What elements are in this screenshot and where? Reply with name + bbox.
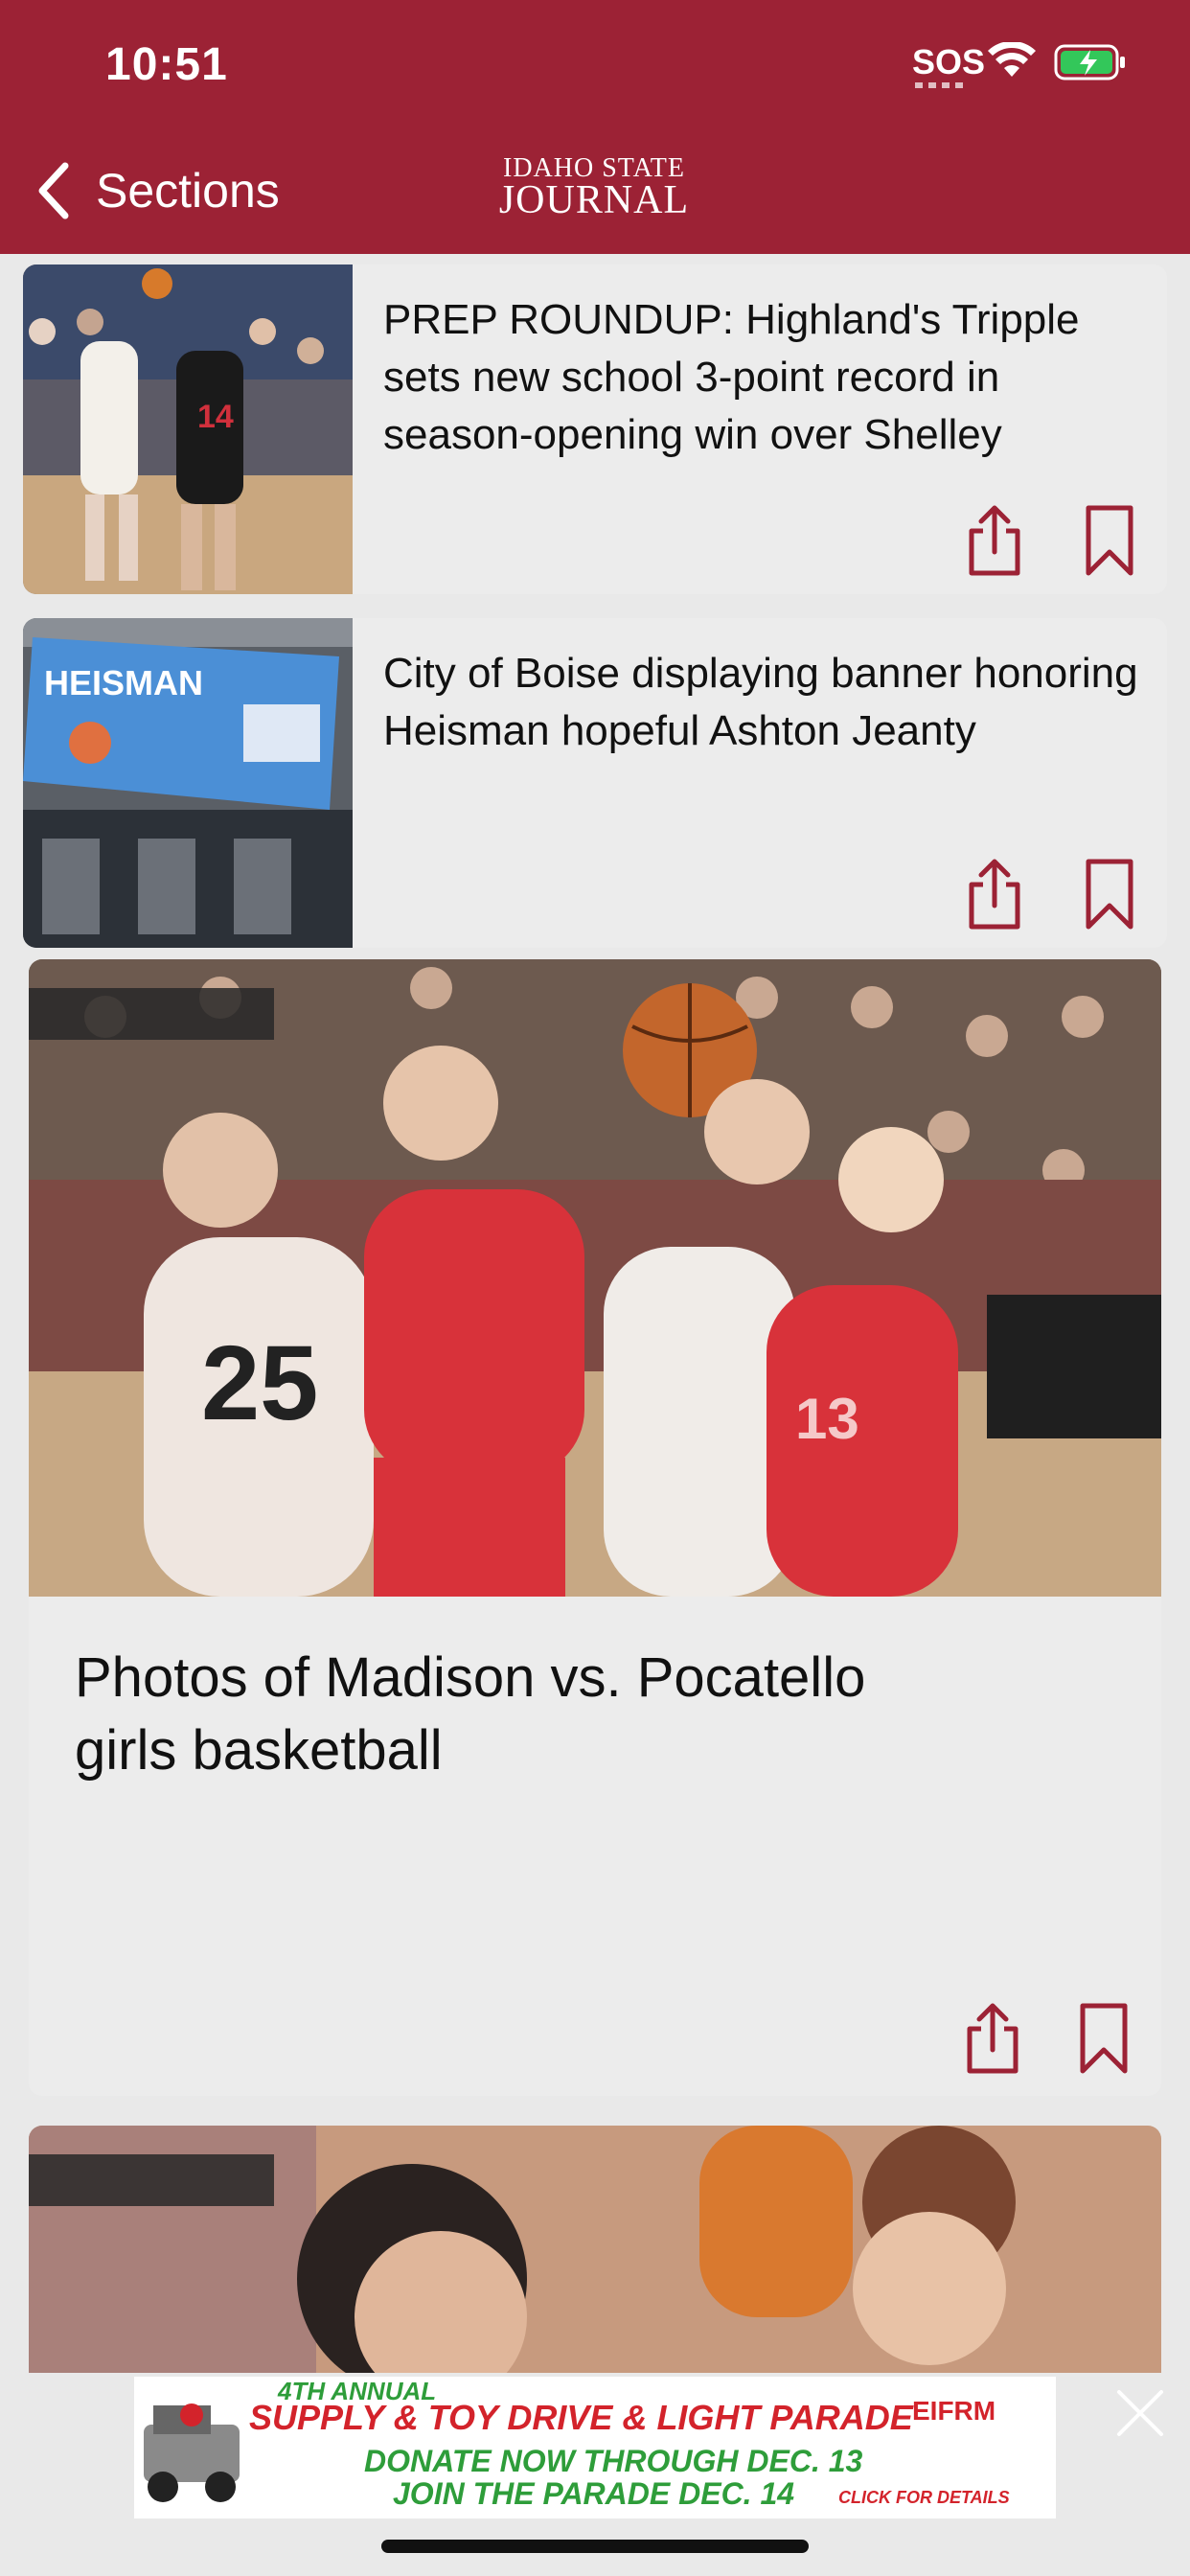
chevron-left-icon xyxy=(38,162,69,219)
category-tag xyxy=(29,988,274,1040)
status-bar: 10:51 SOS xyxy=(0,0,1190,134)
publication-logo: Idaho State Journal xyxy=(498,155,690,222)
jersey-number-13: 13 xyxy=(795,1387,859,1451)
share-icon xyxy=(969,505,1020,576)
banner-photo: HEISMAN xyxy=(23,618,353,948)
wifi-icon xyxy=(988,42,1036,77)
signal-dots xyxy=(915,82,967,88)
girls-basketball-photo: 25 13 xyxy=(29,959,1161,1597)
share-button[interactable] xyxy=(960,502,1029,579)
bookmark-button[interactable] xyxy=(1075,502,1144,579)
ad-cta: CLICK FOR DETAILS xyxy=(838,2488,1010,2507)
battery-icon xyxy=(1054,44,1125,80)
article-headline: PREP ROUNDUP: Highland's Tripple sets ne… xyxy=(383,296,1080,458)
ad-donate-text: DONATE NOW THROUGH DEC. 13 xyxy=(364,2444,863,2478)
bookmark-icon xyxy=(1086,505,1133,576)
article-card[interactable]: HEISMAN City of Boise displaying banner … xyxy=(23,618,1167,948)
share-icon xyxy=(967,2003,1018,2074)
close-icon xyxy=(1117,2390,1163,2436)
truck-icon xyxy=(144,2404,240,2502)
basketball-photo: 14 xyxy=(23,264,353,594)
featured-headline: Photos of Madison vs. Pocatello girls ba… xyxy=(75,1646,866,1782)
bookmark-button[interactable] xyxy=(1069,2000,1138,2077)
jersey-number-25: 25 xyxy=(201,1324,318,1442)
ad-sponsor-logo: EIFRM xyxy=(912,2396,996,2426)
status-time: 10:51 xyxy=(105,39,228,90)
ad-parade-text: JOIN THE PARADE DEC. 14 xyxy=(393,2476,795,2511)
share-button[interactable] xyxy=(958,2000,1027,2077)
featured-gallery-card[interactable]: 25 13 Photos of Madison vs. Pocatello gi… xyxy=(29,959,1161,2096)
ad-title: SUPPLY & TOY DRIVE & LIGHT PARADE xyxy=(249,2398,913,2437)
back-button[interactable]: Sections xyxy=(34,157,280,224)
banner-text: HEISMAN xyxy=(44,663,203,702)
jersey-number: 14 xyxy=(197,399,234,435)
home-indicator xyxy=(381,2540,809,2553)
ad-banner[interactable]: 4TH ANNUAL SUPPLY & TOY DRIVE & LIGHT PA… xyxy=(134,2377,1056,2518)
back-label: Sections xyxy=(96,164,280,218)
logo-bottom-text: Journal xyxy=(498,178,690,222)
article-thumbnail: HEISMAN xyxy=(23,618,353,948)
bookmark-icon xyxy=(1080,2003,1128,2074)
featured-photo: 25 13 xyxy=(29,959,1161,1597)
bookmark-icon xyxy=(1086,859,1133,930)
category-tag xyxy=(29,2154,274,2206)
nav-bar: Sections Idaho State Journal xyxy=(0,134,1190,254)
article-headline: City of Boise displaying banner honoring… xyxy=(383,650,1138,754)
sos-indicator: SOS xyxy=(912,42,986,81)
ad-close-button[interactable] xyxy=(1113,2386,1167,2440)
share-icon xyxy=(969,859,1020,930)
share-button[interactable] xyxy=(960,856,1029,932)
article-card[interactable]: 14 PREP ROUNDUP: Highland's Tripple sets… xyxy=(23,264,1167,594)
next-article-card[interactable] xyxy=(29,2126,1161,2375)
article-thumbnail: 14 xyxy=(23,264,353,594)
app-header: 10:51 SOS Sections Idaho State Journal xyxy=(0,0,1190,254)
bookmark-button[interactable] xyxy=(1075,856,1144,932)
